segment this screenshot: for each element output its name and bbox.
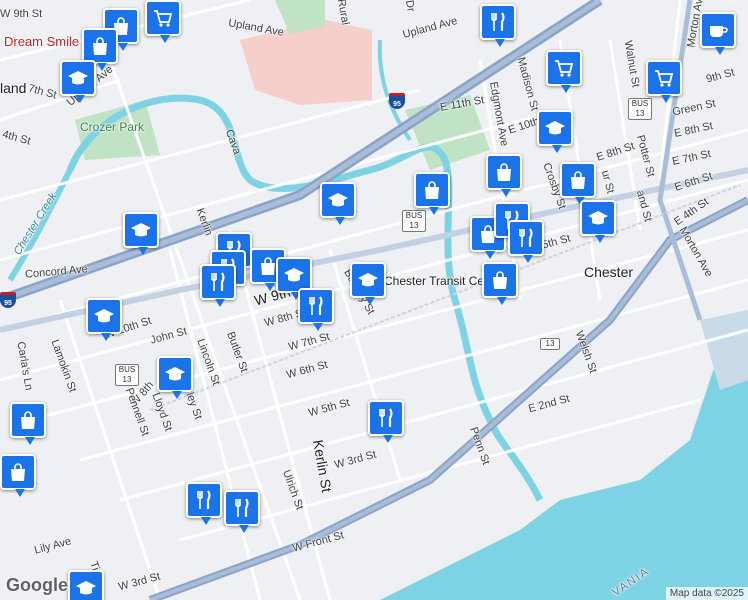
shopping-bag-marker[interactable]: [82, 28, 118, 71]
school-marker[interactable]: [123, 212, 159, 255]
shopping-cart-marker[interactable]: [145, 0, 181, 43]
map-attribution[interactable]: Map data ©2025: [665, 587, 748, 600]
restaurant-marker[interactable]: [368, 400, 404, 443]
road-label: W 9th St: [0, 8, 43, 20]
river-dock: [700, 310, 748, 390]
school-marker[interactable]: [580, 200, 616, 243]
transit-label[interactable]: Chester Transit Ce: [384, 274, 484, 288]
school-marker[interactable]: [86, 298, 122, 341]
delaware-river: [380, 325, 748, 600]
road-label: Dr: [402, 0, 417, 13]
map-canvas[interactable]: Upland Ave Upland Ave Rural Dr W 9th St …: [0, 0, 748, 600]
interstate-95-shield: 95: [389, 93, 405, 109]
shopping-bag-marker[interactable]: [10, 402, 46, 445]
restaurant-marker[interactable]: [200, 264, 236, 307]
shopping-bag-marker[interactable]: [482, 262, 518, 305]
school-marker[interactable]: [537, 110, 573, 153]
school-marker[interactable]: [60, 60, 96, 103]
route-13-shield: 13: [540, 338, 560, 350]
restaurant-marker[interactable]: [186, 482, 222, 525]
shopping-cart-marker[interactable]: [646, 60, 682, 103]
shopping-bag-marker[interactable]: [560, 162, 596, 205]
school-marker[interactable]: [157, 356, 193, 399]
school-marker[interactable]: [68, 570, 104, 600]
restaurant-marker[interactable]: [480, 4, 516, 47]
interstate-95-shield: 95: [0, 292, 16, 308]
school-marker[interactable]: [350, 262, 386, 305]
restaurant-marker[interactable]: [224, 490, 260, 533]
business-label[interactable]: Dream Smile: [4, 34, 79, 49]
route-13-business-shield: BUS 13: [402, 210, 426, 232]
school-marker[interactable]: [320, 182, 356, 225]
place-label: land: [0, 80, 27, 96]
shopping-bag-marker[interactable]: [0, 454, 36, 497]
cafe-marker[interactable]: [700, 12, 736, 55]
shopping-bag-marker[interactable]: [486, 154, 522, 197]
route-13-business-shield: BUS 13: [628, 98, 652, 120]
google-logo[interactable]: Google: [6, 575, 68, 596]
park-label[interactable]: Crozer Park: [80, 120, 144, 134]
shopping-cart-marker[interactable]: [546, 50, 582, 93]
route-13-business-shield: BUS 13: [115, 364, 139, 386]
restaurant-marker[interactable]: [508, 220, 544, 263]
city-label: Chester: [584, 264, 634, 280]
restaurant-marker[interactable]: [298, 288, 334, 331]
shopping-bag-marker[interactable]: [414, 172, 450, 215]
